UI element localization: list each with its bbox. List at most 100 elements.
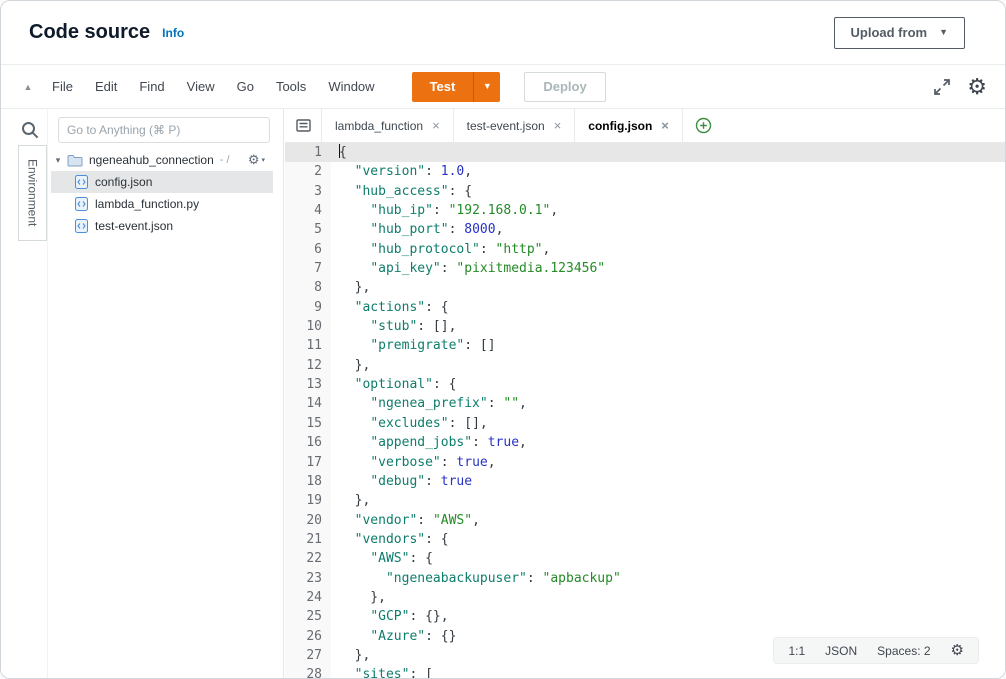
close-icon[interactable]: × (432, 118, 440, 133)
editor-menubar: ▲ FileEditFindViewGoToolsWindow Test ▼ D… (1, 65, 1005, 109)
upload-from-button[interactable]: Upload from ▼ (834, 17, 965, 49)
chevron-down-icon: ▼ (483, 82, 492, 91)
tab-config.json[interactable]: config.json× (575, 109, 683, 142)
line-number: 15 (285, 414, 331, 433)
code-editor[interactable]: 1{2 "version": 1.0,3 "hub_access": {4 "h… (285, 143, 1005, 678)
line-number: 26 (285, 627, 331, 646)
code-line-content: }, (331, 588, 386, 607)
settings-gear-icon[interactable]: ⚙ (967, 76, 987, 98)
code-line-content: "AWS": { (331, 549, 433, 568)
line-number: 3 (285, 182, 331, 201)
test-button[interactable]: Test ▼ (412, 72, 501, 102)
code-line-21[interactable]: 21 "vendors": { (285, 530, 1005, 549)
add-tab-icon[interactable] (695, 109, 712, 142)
test-dropdown-button[interactable]: ▼ (474, 72, 500, 102)
line-number: 8 (285, 278, 331, 297)
code-line-22[interactable]: 22 "AWS": { (285, 549, 1005, 568)
line-number: 17 (285, 453, 331, 472)
code-line-content: "api_key": "pixitmedia.123456" (331, 259, 605, 278)
code-line-content: "hub_protocol": "http", (331, 240, 550, 259)
code-line-11[interactable]: 11 "premigrate": [] (285, 336, 1005, 355)
info-link[interactable]: Info (162, 26, 184, 40)
indent-setting[interactable]: Spaces: 2 (877, 644, 930, 658)
editor-tabs: lambda_function×test-event.json×config.j… (321, 109, 683, 142)
code-line-7[interactable]: 7 "api_key": "pixitmedia.123456" (285, 259, 1005, 278)
menu-view[interactable]: View (176, 73, 226, 100)
code-line-19[interactable]: 19 }, (285, 491, 1005, 510)
code-line-28[interactable]: 28 "sites": [ (285, 665, 1005, 678)
tree-file-lambda_function.py[interactable]: lambda_function.py (51, 193, 273, 215)
code-line-20[interactable]: 20 "vendor": "AWS", (285, 511, 1005, 530)
code-line-18[interactable]: 18 "debug": true (285, 472, 1005, 491)
tree-folder-row[interactable]: ▾ ngeneahub_connection - / ⚙ ▾ (51, 149, 273, 171)
line-number: 24 (285, 588, 331, 607)
tree-settings-gear-icon[interactable]: ⚙ ▾ (248, 152, 265, 168)
code-line-content: "ngenea_prefix": "", (331, 394, 527, 413)
line-number: 27 (285, 646, 331, 665)
code-line-17[interactable]: 17 "verbose": true, (285, 453, 1005, 472)
menu-window[interactable]: Window (317, 73, 385, 100)
editor-settings-gear-icon[interactable]: ⚙ (951, 643, 964, 658)
code-line-content: "hub_ip": "192.168.0.1", (331, 201, 558, 220)
line-number: 20 (285, 511, 331, 530)
collapse-pane-icon[interactable]: ▲ (15, 82, 41, 92)
code-line-content: }, (331, 491, 370, 510)
editor-pane: lambda_function×test-event.json×config.j… (285, 109, 1005, 678)
menu-go[interactable]: Go (226, 73, 265, 100)
code-line-24[interactable]: 24 }, (285, 588, 1005, 607)
code-line-4[interactable]: 4 "hub_ip": "192.168.0.1", (285, 201, 1005, 220)
code-line-content: "sites": [ (331, 665, 433, 678)
line-number: 1 (285, 143, 331, 162)
code-line-14[interactable]: 14 "ngenea_prefix": "", (285, 394, 1005, 413)
code-line-25[interactable]: 25 "GCP": {}, (285, 607, 1005, 626)
tab-lambda_function[interactable]: lambda_function× (321, 109, 454, 142)
line-number: 23 (285, 569, 331, 588)
code-line-16[interactable]: 16 "append_jobs": true, (285, 433, 1005, 452)
code-line-12[interactable]: 12 }, (285, 356, 1005, 375)
close-icon[interactable]: × (554, 118, 562, 133)
line-number: 19 (285, 491, 331, 510)
environment-tab[interactable]: Environment (18, 145, 47, 241)
code-line-content: "GCP": {}, (331, 607, 449, 626)
code-line-content: "vendor": "AWS", (331, 511, 480, 530)
code-line-23[interactable]: 23 "ngeneabackupuser": "apbackup" (285, 569, 1005, 588)
code-line-content: "vendors": { (331, 530, 449, 549)
fullscreen-icon[interactable] (933, 78, 951, 96)
code-line-2[interactable]: 2 "version": 1.0, (285, 162, 1005, 181)
code-line-3[interactable]: 3 "hub_access": { (285, 182, 1005, 201)
close-icon[interactable]: × (661, 118, 669, 133)
file-icon (75, 197, 88, 211)
cursor-position[interactable]: 1:1 (788, 644, 805, 658)
tree-file-config.json[interactable]: config.json (51, 171, 273, 193)
code-line-13[interactable]: 13 "optional": { (285, 375, 1005, 394)
tab-list-icon[interactable] (285, 109, 321, 142)
menu-edit[interactable]: Edit (84, 73, 128, 100)
line-number: 18 (285, 472, 331, 491)
code-line-15[interactable]: 15 "excludes": [], (285, 414, 1005, 433)
line-number: 22 (285, 549, 331, 568)
menubar-right-icons: ⚙ (933, 76, 987, 98)
code-line-9[interactable]: 9 "actions": { (285, 298, 1005, 317)
menu-file[interactable]: File (41, 73, 84, 100)
line-number: 5 (285, 220, 331, 239)
search-icon[interactable] (20, 120, 40, 145)
tree-file-test-event.json[interactable]: test-event.json (51, 215, 273, 237)
language-mode[interactable]: JSON (825, 644, 857, 658)
file-icon (75, 175, 88, 189)
code-line-1[interactable]: 1{ (285, 143, 1005, 162)
code-line-10[interactable]: 10 "stub": [], (285, 317, 1005, 336)
code-line-5[interactable]: 5 "hub_port": 8000, (285, 220, 1005, 239)
chevron-down-icon[interactable]: ▾ (51, 155, 65, 166)
line-number: 16 (285, 433, 331, 452)
menu-find[interactable]: Find (128, 73, 175, 100)
code-line-6[interactable]: 6 "hub_protocol": "http", (285, 240, 1005, 259)
menu-tools[interactable]: Tools (265, 73, 317, 100)
goto-anything-input[interactable] (58, 117, 270, 143)
environment-pane: Environment ▾ ngeneahub_connection - / ⚙… (1, 109, 284, 678)
tab-test-event.json[interactable]: test-event.json× (454, 109, 576, 142)
file-name: lambda_function.py (95, 197, 199, 211)
code-line-8[interactable]: 8 }, (285, 278, 1005, 297)
code-line-content: "optional": { (331, 375, 456, 394)
file-name: test-event.json (95, 219, 173, 233)
deploy-button[interactable]: Deploy (524, 72, 605, 102)
